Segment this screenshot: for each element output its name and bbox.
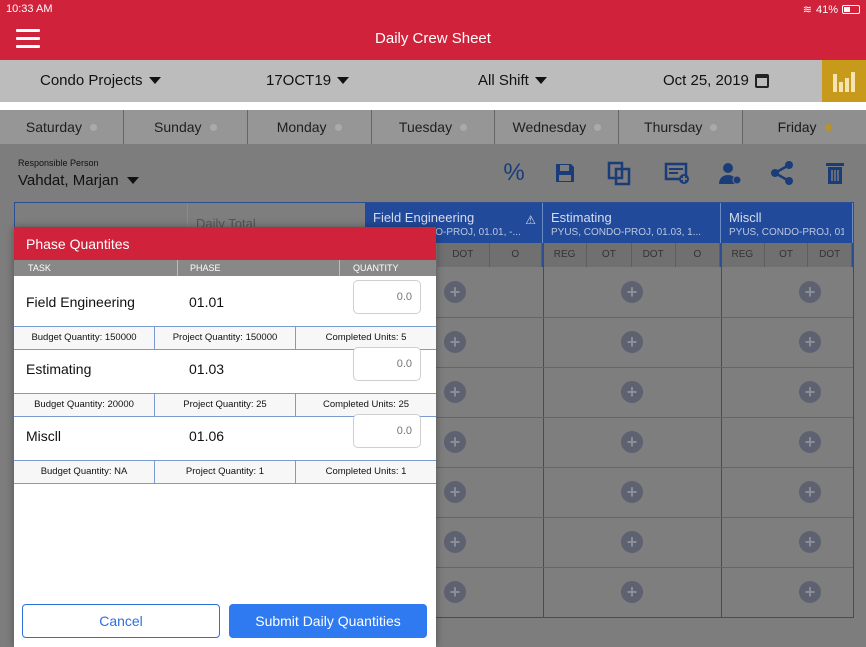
quantity-input[interactable] (353, 347, 421, 381)
add-hours-button[interactable]: + (621, 331, 643, 353)
add-hours-button[interactable]: + (621, 581, 643, 603)
caret-down-icon (337, 77, 350, 84)
tab-tuesday[interactable]: Tuesday (371, 110, 496, 144)
phase-quantities-modal: Phase Quantites TASK PHASE QUANTITY Fiel… (14, 227, 436, 647)
page-title: Daily Crew Sheet (375, 30, 491, 47)
percent-icon[interactable]: % (499, 158, 529, 188)
copy-icon[interactable] (604, 158, 634, 188)
column-header-estimating[interactable]: Estimating PYUS, CONDO-PROJ, 01.03, 1... (543, 203, 721, 243)
warning-icon: ⚠ (525, 213, 536, 227)
bar-chart-button[interactable] (822, 60, 866, 102)
col-task: TASK (28, 263, 51, 273)
add-hours-button[interactable]: + (799, 281, 821, 303)
add-hours-button[interactable]: + (444, 281, 466, 303)
day-tabs: Saturday Sunday Monday Tuesday Wednesday… (0, 110, 866, 144)
task-row: Estimating 01.03 (14, 343, 436, 393)
save-icon[interactable] (550, 158, 580, 188)
task-phase: 01.03 (189, 361, 225, 377)
project-dropdown-label: Condo Projects (40, 72, 143, 89)
tab-sunday[interactable]: Sunday (123, 110, 248, 144)
add-hours-button[interactable]: + (799, 331, 821, 353)
column-divider (543, 243, 544, 617)
add-hours-button[interactable]: + (799, 381, 821, 403)
completed-units: Completed Units: 1 (325, 466, 407, 477)
sub-header-field-engineering: DOT O (437, 243, 543, 267)
modal-column-headers: TASK PHASE QUANTITY (14, 260, 436, 276)
battery-percent: 41% (815, 3, 838, 16)
task-info-row: Budget Quantity: NA Project Quantity: 1 … (14, 460, 436, 484)
add-hours-button[interactable]: + (621, 281, 643, 303)
add-hours-button[interactable]: + (444, 581, 466, 603)
add-hours-button[interactable]: + (444, 431, 466, 453)
budget-quantity: Budget Quantity: NA (14, 461, 155, 483)
task-row: Miscll 01.06 (14, 410, 436, 460)
status-dot (460, 123, 468, 131)
task-row: Field Engineering 01.01 (14, 276, 436, 326)
add-entry-icon[interactable] (662, 158, 692, 188)
submit-daily-quantities-button[interactable]: Submit Daily Quantities (229, 604, 427, 638)
project-quantity: Project Quantity: 1 (155, 461, 296, 483)
trash-icon[interactable] (820, 158, 850, 188)
shift-dropdown[interactable]: All Shift (478, 72, 547, 89)
add-hours-button[interactable]: + (799, 581, 821, 603)
tab-wednesday[interactable]: Wednesday (495, 110, 620, 144)
sheet-dropdown[interactable]: 17OCT19 (266, 72, 350, 89)
task-phase: 01.06 (189, 428, 225, 444)
quantity-input[interactable] (353, 280, 421, 314)
status-dot (710, 123, 718, 131)
filter-toolbar: Condo Projects 17OCT19 All Shift Oct 25,… (0, 60, 866, 102)
column-divider (721, 243, 722, 617)
date-picker[interactable]: Oct 25, 2019 (663, 72, 769, 89)
wifi-icon: ≋ (802, 4, 812, 16)
add-hours-button[interactable]: + (799, 481, 821, 503)
add-hours-button[interactable]: + (621, 481, 643, 503)
status-dot (334, 123, 342, 131)
caret-down-icon (148, 77, 161, 84)
col-quantity: QUANTITY (339, 260, 399, 276)
shift-dropdown-label: All Shift (478, 72, 529, 89)
add-user-icon[interactable] (715, 158, 745, 188)
tab-saturday[interactable]: Saturday (0, 110, 124, 144)
task-name: Field Engineering (26, 294, 135, 310)
calendar-icon (754, 73, 769, 88)
status-dot (594, 123, 602, 131)
cancel-button[interactable]: Cancel (22, 604, 220, 638)
sheet-dropdown-label: 17OCT19 (266, 72, 332, 89)
add-hours-button[interactable]: + (621, 431, 643, 453)
status-time: 10:33 AM (6, 3, 53, 15)
column-header-miscll[interactable]: Miscll PYUS, CONDO-PROJ, 01.0 (721, 203, 853, 243)
task-name: Miscll (26, 428, 61, 444)
app-header: Daily Crew Sheet (0, 18, 866, 60)
add-hours-button[interactable]: + (444, 331, 466, 353)
status-right: ≋ 41% (803, 3, 860, 16)
date-label: Oct 25, 2019 (663, 72, 749, 89)
add-hours-button[interactable]: + (621, 531, 643, 553)
status-bar: 10:33 AM ≋ 41% (0, 0, 866, 18)
battery-icon (842, 5, 860, 14)
add-hours-button[interactable]: + (621, 381, 643, 403)
sub-header-miscll: REG OT DOT (721, 243, 853, 267)
status-dot (209, 123, 217, 131)
action-icons: % (0, 158, 866, 190)
share-icon[interactable] (767, 158, 797, 188)
status-dot (824, 123, 832, 131)
add-hours-button[interactable]: + (444, 381, 466, 403)
tab-monday[interactable]: Monday (247, 110, 372, 144)
col-phase: PHASE (177, 260, 221, 276)
caret-down-icon (534, 77, 547, 84)
add-hours-button[interactable]: + (799, 431, 821, 453)
project-dropdown[interactable]: Condo Projects (40, 72, 161, 89)
status-dot (89, 123, 97, 131)
task-phase: 01.01 (189, 294, 225, 310)
quantity-input[interactable] (353, 414, 421, 448)
sub-header-estimating: REG OT DOT O (543, 243, 721, 267)
add-hours-button[interactable]: + (799, 531, 821, 553)
tab-thursday[interactable]: Thursday (619, 110, 744, 144)
task-name: Estimating (26, 361, 92, 377)
add-hours-button[interactable]: + (444, 481, 466, 503)
add-hours-button[interactable]: + (444, 531, 466, 553)
modal-title: Phase Quantites (14, 227, 436, 260)
tab-friday[interactable]: Friday (743, 110, 866, 144)
